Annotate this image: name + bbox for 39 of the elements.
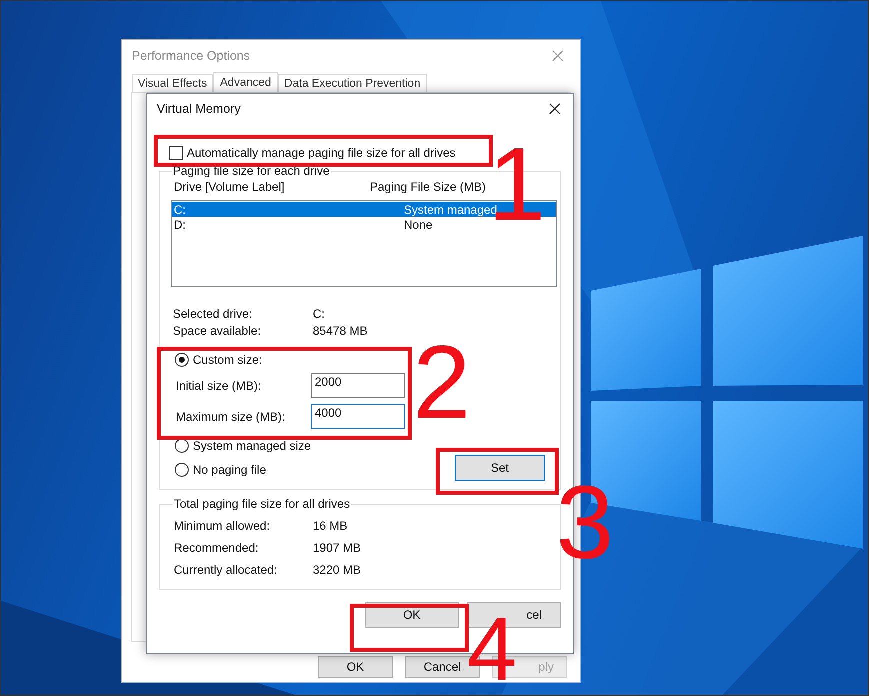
field-label: Initial size (MB):	[176, 378, 262, 392]
dialog-button[interactable]: OK	[318, 656, 393, 678]
window-title: Performance Options	[132, 49, 250, 63]
field-label: Space available:	[173, 324, 262, 338]
field-label: Recommended:	[174, 541, 260, 555]
field-value: 3220 MB	[313, 563, 362, 577]
radio-button[interactable]	[175, 439, 189, 453]
set-button[interactable]: Set	[455, 455, 545, 481]
tab[interactable]: Advanced	[213, 72, 278, 92]
radio-button[interactable]	[175, 353, 189, 367]
field-value: 1907 MB	[313, 541, 362, 555]
checkbox-label: Automatically manage paging file size for all drives	[187, 146, 456, 160]
radio-label: Custom size:	[193, 353, 262, 367]
radio-label: No paging file	[193, 463, 266, 477]
tab[interactable]: Data Execution Prevention	[278, 74, 427, 92]
paging-size: None	[404, 218, 433, 232]
field-label: Currently allocated:	[174, 563, 278, 577]
column-header: Drive [Volume Label]	[174, 180, 286, 194]
drive-letter: C:	[174, 202, 187, 216]
field-value: 85478 MB	[313, 324, 369, 338]
group-title: Paging file size for each drive	[172, 164, 331, 178]
field-value: C:	[313, 307, 326, 321]
group-title: Total paging file size for all drives	[173, 497, 352, 511]
column-header: Paging File Size (MB)	[370, 180, 486, 194]
field-label: Selected drive:	[173, 307, 254, 321]
tab[interactable]: Visual Effects	[132, 74, 214, 92]
input-field[interactable]: 4000	[311, 404, 405, 429]
close-icon[interactable]	[549, 103, 561, 115]
step-number: 2	[413, 331, 471, 435]
window-title: Virtual Memory	[157, 102, 241, 116]
radio-button[interactable]	[175, 463, 189, 477]
field-label: Maximum size (MB):	[176, 410, 286, 424]
input-field[interactable]: 2000	[311, 373, 405, 398]
paging-size: System managed	[404, 202, 498, 216]
radio-label: System managed size	[193, 439, 312, 453]
field-value: 16 MB	[313, 519, 349, 533]
drive-letter: D:	[174, 218, 187, 232]
checkbox[interactable]	[169, 146, 183, 160]
field-label: Minimum allowed:	[174, 519, 272, 533]
